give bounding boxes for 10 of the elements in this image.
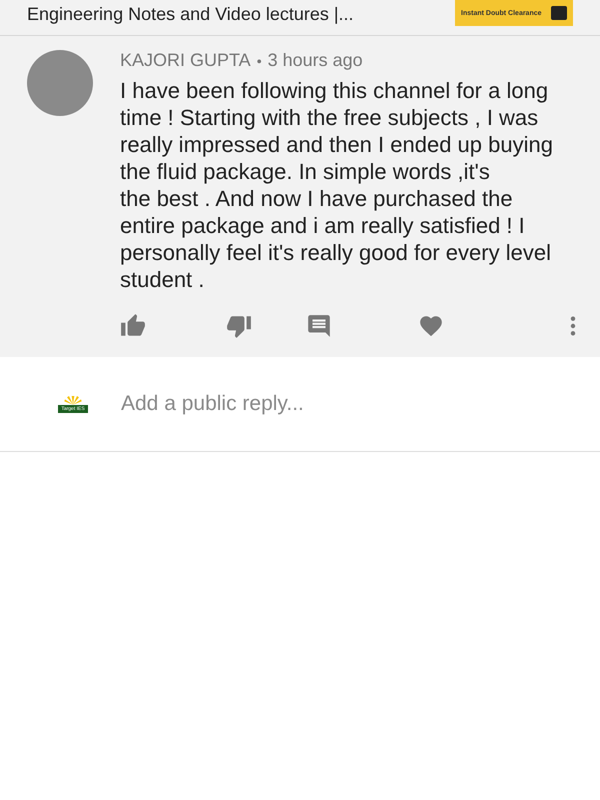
reply-input-field[interactable]: Add a public reply...: [121, 392, 570, 416]
thumbs-up-icon[interactable]: [120, 313, 146, 339]
comment-icon[interactable]: [306, 313, 332, 339]
video-title[interactable]: Engineering Notes and Video lectures |...: [27, 0, 354, 25]
author-name[interactable]: KAJORI GUPTA: [120, 50, 251, 71]
more-options-icon[interactable]: [570, 315, 576, 337]
separator-dot: •: [256, 52, 262, 68]
sun-rays-icon: [63, 395, 83, 405]
comment-text: I have been following this channel for a long time ! Starting with the free subjects , I was really impressed and then I ended up buying the fluid package. In simple words ,it's the best . And now I have purchased the entire package and i am really satisfied ! I personally feel it's really good for every level student .: [120, 77, 554, 293]
comment-time: 3 hours ago: [268, 50, 363, 71]
